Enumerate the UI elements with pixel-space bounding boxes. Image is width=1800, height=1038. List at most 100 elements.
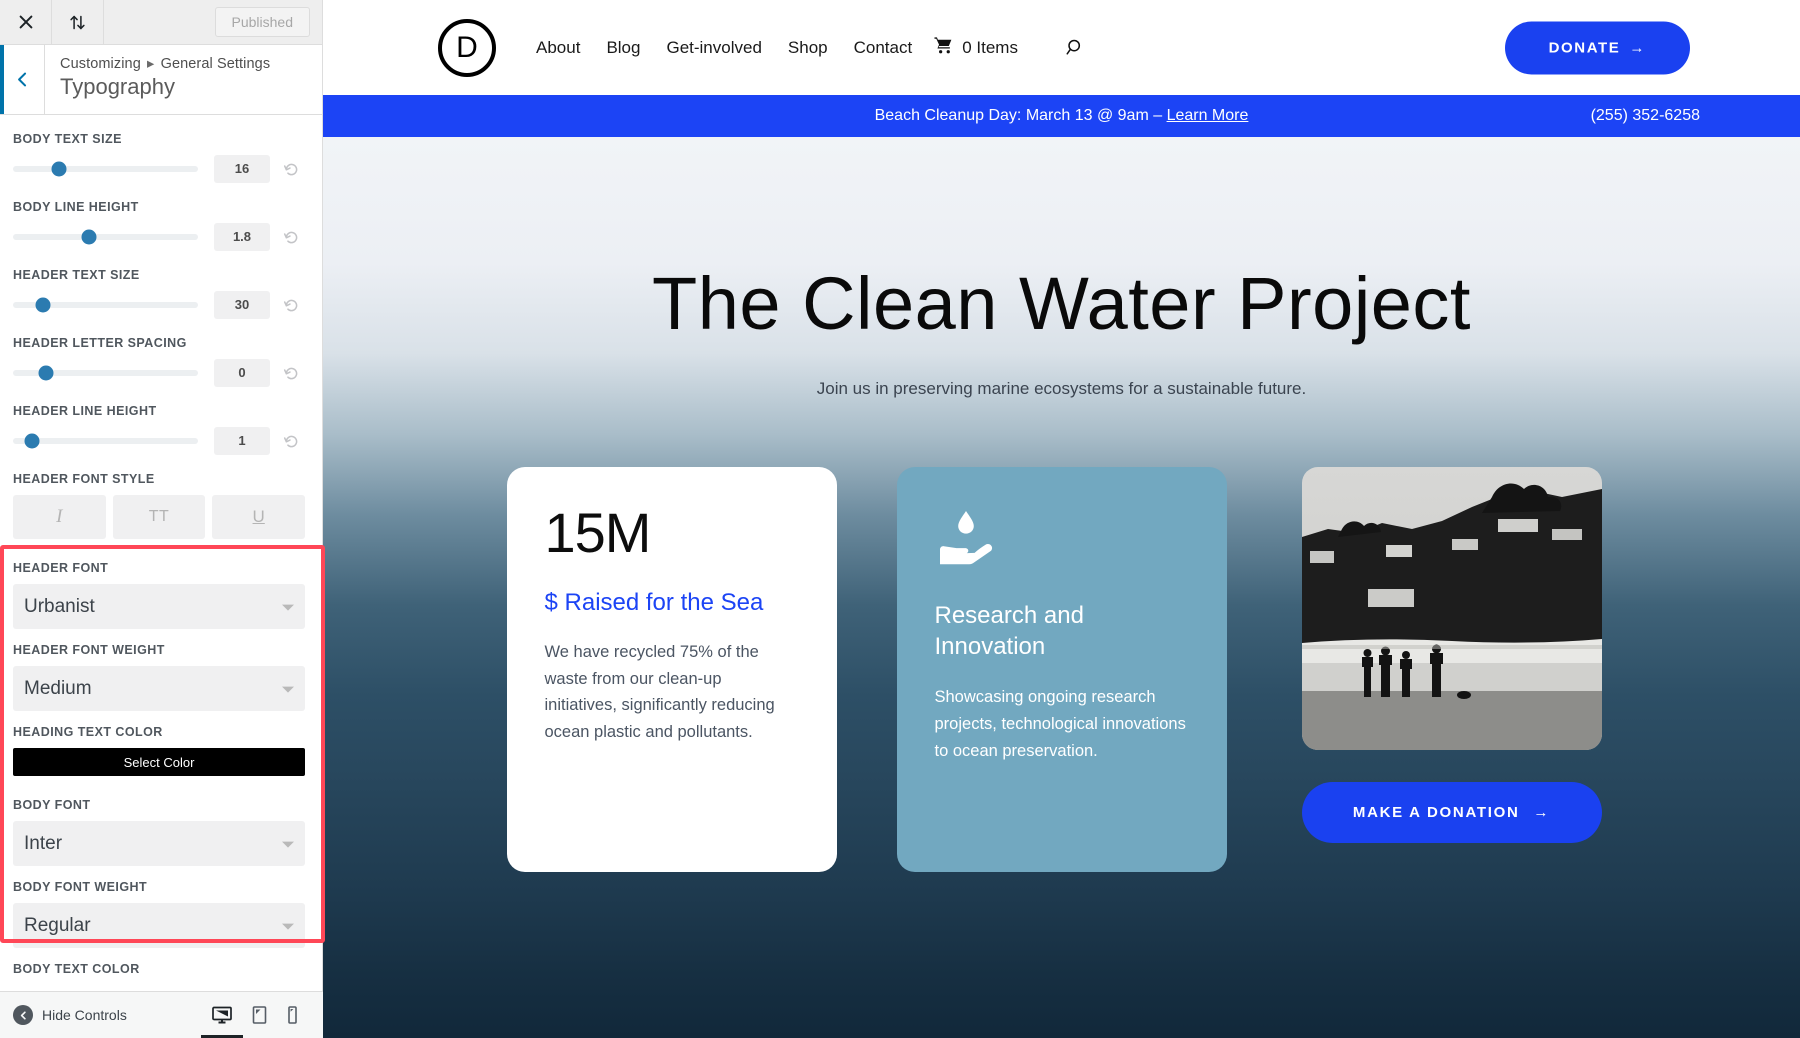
header-font-select[interactable]: Urbanist (13, 584, 305, 629)
control-body-font: BODY FONT Inter (13, 798, 305, 866)
slider-row: 16 (13, 155, 305, 183)
page-title: Typography (60, 74, 175, 99)
updown-arrows-icon[interactable] (52, 0, 104, 44)
body-text-size-value[interactable]: 16 (214, 155, 270, 183)
customizer-header: Customizing ▸ General Settings Typograph… (0, 45, 322, 115)
make-a-donation-label: MAKE A DONATION (1352, 804, 1520, 821)
customizer-controls: BODY TEXT SIZE 16 BODY LINE HEIGHT 1.8 H… (0, 116, 322, 976)
header-line-height-value[interactable]: 1 (214, 427, 270, 455)
slider-row: 0 (13, 359, 305, 387)
control-body-font-weight: BODY FONT WEIGHT Regular (13, 880, 305, 948)
device-mobile-button[interactable] (286, 1005, 299, 1025)
header-font-value: Urbanist (24, 595, 95, 617)
donate-button[interactable]: DONATE → (1504, 21, 1690, 74)
control-header-line-height: HEADER LINE HEIGHT 1 (13, 404, 305, 455)
site-navigation: D About Blog Get-involved Shop Contact 0… (323, 0, 1800, 95)
announcement-learn-more-link[interactable]: Learn More (1167, 107, 1249, 124)
device-tablet-button[interactable] (251, 1005, 268, 1025)
body-line-height-slider[interactable] (13, 229, 198, 245)
slider-knob[interactable] (38, 365, 54, 381)
breadcrumb-section[interactable]: General Settings (161, 56, 271, 72)
control-header-text-size: HEADER TEXT SIZE 30 (13, 268, 305, 319)
hide-controls-button[interactable]: Hide Controls (0, 1005, 127, 1025)
body-font-select[interactable]: Inter (13, 821, 305, 866)
chevron-left-icon[interactable] (0, 45, 45, 114)
reset-icon[interactable] (277, 161, 305, 178)
body-font-weight-select[interactable]: Regular (13, 903, 305, 948)
control-label: HEADER FONT WEIGHT (13, 643, 165, 657)
breadcrumb-root[interactable]: Customizing (60, 56, 141, 72)
header-letter-spacing-value[interactable]: 0 (214, 359, 270, 387)
control-label: BODY LINE HEIGHT (13, 200, 139, 214)
control-label: HEADER TEXT SIZE (13, 268, 140, 282)
customizer-titles: Customizing ▸ General Settings Typograph… (45, 45, 270, 114)
donate-button-label: DONATE (1548, 39, 1621, 56)
underline-button[interactable]: U (212, 495, 306, 539)
reset-icon[interactable] (277, 229, 305, 246)
chevron-down-icon (282, 686, 294, 693)
nav-link-shop[interactable]: Shop (788, 38, 828, 58)
header-font-weight-value: Medium (24, 677, 92, 699)
nav-link-get-involved[interactable]: Get-involved (666, 38, 761, 58)
slider-row: 1.8 (13, 223, 305, 251)
arrow-right-icon: → (1533, 804, 1551, 821)
header-text-size-slider[interactable] (13, 297, 198, 313)
card-feature-title: Research and Innovation (934, 602, 1084, 661)
search-icon[interactable] (1066, 38, 1085, 57)
body-font-value: Inter (24, 832, 63, 854)
slider-knob[interactable] (81, 229, 97, 245)
body-text-size-slider[interactable] (13, 161, 198, 177)
customizer-screen: Published Customizing ▸ General Settings… (0, 0, 1800, 1038)
cart-items-label: 0 Items (962, 37, 1018, 57)
site-logo[interactable]: D (438, 18, 496, 77)
italic-button[interactable]: I (13, 495, 106, 539)
published-status-button[interactable]: Published (214, 7, 310, 37)
header-font-weight-select[interactable]: Medium (13, 666, 305, 711)
device-preview-buttons (211, 1005, 323, 1025)
cart-link[interactable]: 0 Items (934, 36, 1018, 60)
customizer-footer: Hide Controls (0, 991, 323, 1038)
nav-link-contact[interactable]: Contact (854, 38, 913, 58)
card-stat-tagline: $ Raised for the Sea (544, 589, 764, 616)
control-header-letter-spacing: HEADER LETTER SPACING 0 (13, 336, 305, 387)
control-label: BODY TEXT SIZE (13, 132, 122, 146)
control-heading-text-color: HEADING TEXT COLOR Select Color (13, 725, 305, 776)
people-walking-on-beach-photo (1301, 467, 1602, 750)
body-line-height-value[interactable]: 1.8 (214, 223, 270, 251)
heading-text-color-select-button[interactable]: Select Color (13, 748, 305, 776)
hero-section: The Clean Water Project Join us in prese… (323, 137, 1800, 1038)
reset-icon[interactable] (277, 297, 305, 314)
header-line-height-slider[interactable] (13, 433, 198, 449)
breadcrumb-separator: ▸ (147, 56, 155, 72)
hero-subtitle: Join us in preserving marine ecosystems … (816, 379, 1307, 398)
breadcrumb[interactable]: Customizing ▸ General Settings (60, 56, 270, 72)
hide-controls-label: Hide Controls (42, 1007, 127, 1023)
card-feature-body: Showcasing ongoing research projects, te… (934, 688, 1186, 760)
control-label: HEADER LINE HEIGHT (13, 404, 157, 418)
announcement-text: Beach Cleanup Day: March 13 @ 9am – (874, 107, 1167, 124)
slider-knob[interactable] (24, 433, 39, 449)
close-icon[interactable] (0, 0, 52, 44)
card-photo: MAKE A DONATION → (1287, 467, 1617, 872)
device-desktop-button[interactable] (211, 1005, 233, 1025)
control-label: HEADING TEXT COLOR (13, 725, 163, 739)
water-drop-in-hand-icon (935, 505, 1189, 574)
card-stat: 15M $ Raised for the Sea We have recycle… (506, 467, 837, 872)
uppercase-button[interactable]: TT (112, 495, 206, 539)
header-letter-spacing-slider[interactable] (13, 365, 198, 381)
header-text-size-value[interactable]: 30 (214, 291, 270, 319)
nav-link-blog[interactable]: Blog (606, 38, 640, 58)
chevron-down-icon (282, 923, 294, 930)
announcement-phone[interactable]: (255) 352-6258 (1591, 107, 1700, 125)
slider-knob[interactable] (51, 161, 67, 177)
nav-link-about[interactable]: About (536, 38, 580, 58)
customizer-controls-scroll[interactable]: BODY TEXT SIZE 16 BODY LINE HEIGHT 1.8 H… (0, 116, 322, 991)
cart-icon (934, 36, 953, 60)
control-label: BODY TEXT COLOR (13, 962, 140, 976)
slider-knob[interactable] (35, 297, 51, 313)
make-a-donation-button[interactable]: MAKE A DONATION → (1301, 782, 1602, 843)
reset-icon[interactable] (277, 365, 305, 382)
control-body-line-height: BODY LINE HEIGHT 1.8 (13, 200, 305, 251)
reset-icon[interactable] (277, 433, 305, 450)
